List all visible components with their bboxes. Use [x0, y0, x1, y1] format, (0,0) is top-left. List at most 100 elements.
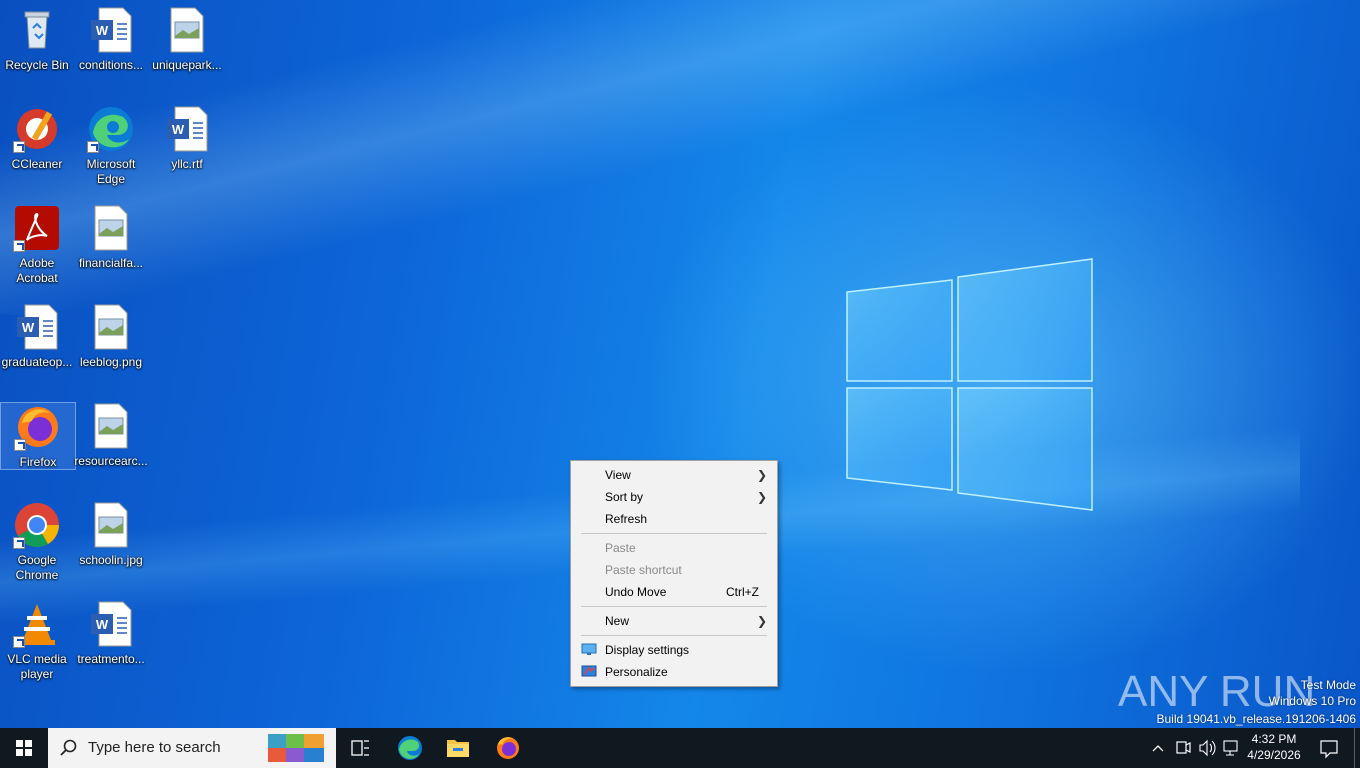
taskbar-edge-button[interactable] [386, 728, 434, 768]
icon-label: Adobe Acrobat [16, 256, 58, 285]
word-document-icon: W [91, 601, 132, 647]
start-button[interactable] [0, 728, 48, 768]
menu-item-undo-move[interactable]: Undo Move Ctrl+Z [571, 581, 777, 603]
icon-label: CCleaner [11, 157, 63, 171]
show-hidden-icons-button[interactable] [1148, 728, 1168, 768]
icon-label: Recycle Bin [5, 58, 69, 72]
icon-label: treatmento... [77, 652, 145, 666]
menu-item-label: Personalize [605, 665, 668, 679]
shortcut-arrow-icon [14, 439, 26, 451]
icon-label: Microsoft Edge [86, 157, 136, 186]
search-highlight-puzzle-icon [268, 734, 324, 762]
firefox-icon [497, 737, 519, 759]
yllc-file[interactable]: W yllc.rtf [150, 99, 224, 172]
recycle-bin-shortcut[interactable]: Recycle Bin [0, 0, 74, 73]
menu-item-display-settings[interactable]: Display settings [571, 639, 777, 661]
search-placeholder: Type here to search [88, 739, 221, 756]
icon-label: Firefox [19, 455, 57, 469]
taskbar-clock[interactable]: 4:32 PM 4/29/2026 [1238, 731, 1310, 763]
edge-icon [398, 736, 422, 760]
icon-label: graduateop... [1, 355, 73, 369]
menu-separator [581, 533, 767, 534]
desktop[interactable]: Recycle Bin CCleaner Adobe Acrobat W gra… [0, 0, 1360, 728]
taskbar-file-explorer-button[interactable] [434, 728, 482, 768]
shortcut-arrow-icon [87, 141, 99, 153]
menu-item-label: Paste shortcut [605, 563, 682, 577]
menu-item-refresh[interactable]: Refresh [571, 508, 777, 530]
image-file-icon [94, 502, 128, 548]
menu-item-label: Display settings [605, 643, 690, 657]
menu-item-paste: Paste [571, 537, 777, 559]
image-file-icon [94, 205, 128, 251]
resourcearc-file[interactable]: resourcearc... [74, 396, 148, 469]
menu-item-view[interactable]: View ❯ [571, 464, 777, 486]
chevron-right-icon: ❯ [756, 614, 767, 628]
adobe-acrobat-shortcut[interactable]: Adobe Acrobat [0, 198, 74, 286]
svg-text:W: W [96, 23, 109, 38]
menu-item-label: Refresh [605, 512, 648, 526]
shortcut-arrow-icon [13, 636, 25, 648]
shortcut-arrow-icon [13, 537, 25, 549]
menu-item-new[interactable]: New ❯ [571, 610, 777, 632]
financialfa-file[interactable]: financialfa... [74, 198, 148, 271]
icon-label: Google Chrome [15, 553, 59, 582]
display-icon [581, 643, 597, 655]
menu-item-label: New [605, 614, 630, 628]
graduateop-file[interactable]: W graduateop... [0, 297, 74, 370]
svg-text:W: W [22, 320, 35, 335]
meet-now-icon [1176, 741, 1191, 754]
show-desktop-button[interactable] [1354, 728, 1355, 768]
menu-item-personalize[interactable]: Personalize [571, 661, 777, 683]
clock-time: 4:32 PM [1251, 732, 1297, 746]
windows-start-icon [16, 740, 32, 756]
icon-label: resourcearc... [74, 454, 148, 468]
microsoft-edge-shortcut[interactable]: Microsoft Edge [74, 99, 148, 187]
action-center-button[interactable] [1312, 728, 1346, 768]
menu-item-sort-by[interactable]: Sort by ❯ [571, 486, 777, 508]
firefox-shortcut[interactable]: Firefox [0, 402, 76, 470]
svg-text:W: W [172, 122, 185, 137]
menu-item-paste-shortcut: Paste shortcut [571, 559, 777, 581]
task-view-button[interactable] [336, 728, 384, 768]
word-document-icon: W [91, 7, 132, 53]
windows-edition-text: Windows 10 Pro [1268, 694, 1356, 708]
recycle-bin-icon [24, 11, 50, 49]
tray-volume-button[interactable] [1196, 728, 1218, 768]
svg-text:W: W [96, 617, 109, 632]
treatmento-file[interactable]: W treatmento... [74, 594, 148, 667]
taskbar-firefox-button[interactable] [484, 728, 532, 768]
chevron-up-icon [1152, 745, 1164, 752]
clock-date: 4/29/2026 [1247, 748, 1301, 762]
image-file-icon [170, 7, 204, 53]
tray-meet-now-button[interactable] [1172, 728, 1194, 768]
menu-item-label: Sort by [605, 490, 644, 504]
taskbar-search-box[interactable]: Type here to search [48, 728, 336, 768]
uniquepark-file[interactable]: uniquepark... [150, 0, 224, 73]
vlc-media-player-shortcut[interactable]: VLC media player [0, 594, 74, 682]
build-text: Build 19041.vb_release.191206-1406 [1156, 712, 1357, 726]
svg-text:ANY RUN: ANY RUN [1118, 667, 1315, 716]
menu-item-label: Paste [605, 541, 636, 555]
icon-label: schoolin.jpg [79, 553, 143, 567]
icon-label: VLC media player [7, 652, 67, 681]
image-file-icon [94, 403, 128, 449]
desktop-context-menu: View ❯ Sort by ❯ Refresh Paste Paste sho… [570, 460, 778, 687]
file-explorer-icon [447, 740, 469, 757]
image-file-icon [94, 304, 128, 350]
icon-label: conditions... [78, 58, 144, 72]
schoolin-file[interactable]: schoolin.jpg [74, 495, 148, 568]
icon-label: financialfa... [78, 256, 144, 270]
menu-separator [581, 606, 767, 607]
chevron-right-icon: ❯ [756, 490, 767, 504]
leeblog-file[interactable]: leeblog.png [74, 297, 148, 370]
menu-item-label: Undo Move [605, 585, 667, 599]
accelerator-text: Ctrl+Z [726, 585, 759, 599]
chevron-right-icon: ❯ [756, 468, 767, 482]
conditions-file[interactable]: W conditions... [74, 0, 148, 73]
google-chrome-shortcut[interactable]: Google Chrome [0, 495, 74, 583]
task-view-icon [351, 740, 369, 756]
icon-label: leeblog.png [79, 355, 143, 369]
word-document-icon: W [167, 106, 208, 152]
ccleaner-shortcut[interactable]: CCleaner [0, 99, 74, 172]
notifications-icon [1320, 740, 1338, 759]
